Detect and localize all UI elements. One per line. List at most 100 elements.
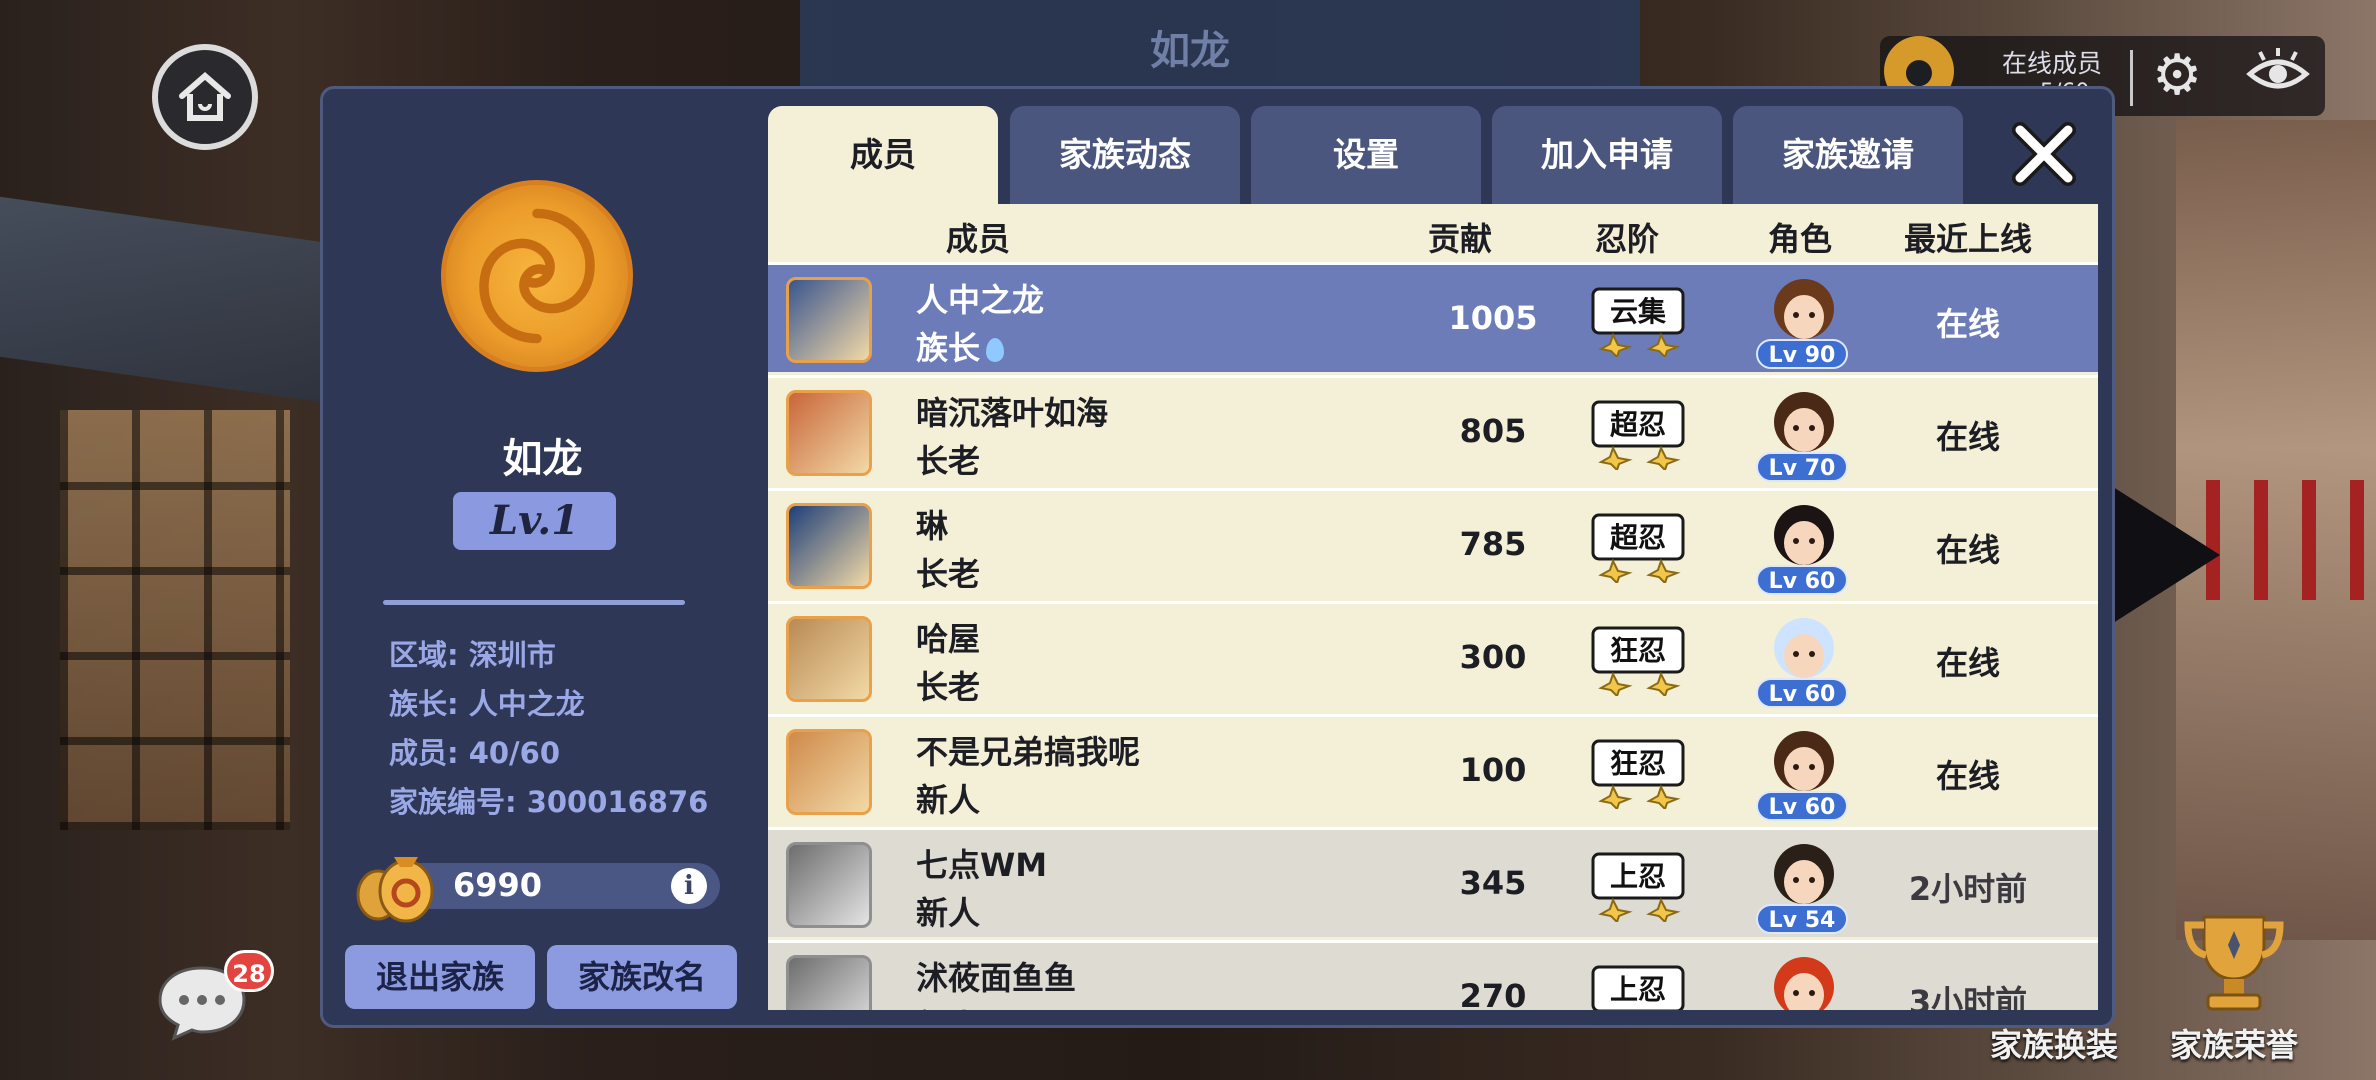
character-level-badge: Lv 90 <box>1756 339 1848 369</box>
member-contribution: 270 <box>1459 977 1527 1010</box>
character-level-badge: Lv 60 <box>1756 678 1848 708</box>
member-contribution: 785 <box>1459 525 1527 563</box>
members-table[interactable]: 成员 贡献 忍阶 角色 最近上线 人中之龙 族长 1005 云集 Lv 90 在线 暗沉落叶… <box>768 204 2098 1010</box>
rank-badge-icon: 云集 <box>1591 287 1685 357</box>
water-drop-icon <box>986 338 1005 362</box>
member-last-online: 在线 <box>1935 418 2000 456</box>
family-funds-value: 6990 <box>453 866 543 904</box>
info-region: 区域: 深圳市 <box>389 638 556 672</box>
coin-bag-icon <box>356 857 434 923</box>
tab-settings[interactable]: 设置 <box>1251 106 1481 204</box>
family-honor-button[interactable]: 家族荣誉 <box>2170 1020 2298 1066</box>
member-avatar[interactable] <box>786 955 872 1010</box>
info-icon[interactable]: i <box>671 868 707 904</box>
header-rank: 忍阶 <box>1595 220 1660 258</box>
member-name: 哈屋 <box>916 620 981 658</box>
chevron-right-icon[interactable]: › <box>2180 515 2209 597</box>
member-role: 长老 <box>916 436 980 482</box>
member-contribution: 1005 <box>1448 299 1538 337</box>
member-avatar[interactable] <box>786 390 872 476</box>
member-role-label: 族长 <box>916 329 981 367</box>
rank-badge-icon: 超忍 <box>1591 400 1685 470</box>
character-level-badge: Lv 60 <box>1756 791 1848 821</box>
member-name: 不是兄弟搞我呢 <box>916 733 1141 771</box>
member-avatar[interactable] <box>786 616 872 702</box>
character-level-badge: Lv 70 <box>1756 452 1848 482</box>
member-avatar[interactable] <box>786 503 872 589</box>
table-row[interactable]: 沭莜面鱼鱼新人 270 上忍 3小时前 <box>768 940 2098 1010</box>
tab-family-invites[interactable]: 家族邀请 <box>1733 106 1963 204</box>
member-role: 族长 <box>916 323 1005 369</box>
table-row[interactable]: 不是兄弟搞我呢 新人 100 狂忍 Lv 60 在线 <box>768 714 2098 824</box>
header-last-online: 最近上线 <box>1904 220 2033 258</box>
emblem-icon <box>441 180 633 372</box>
hud-divider <box>2130 50 2133 106</box>
character-portrait <box>1774 844 1834 904</box>
character-level-badge: Lv 54 <box>1756 904 1848 934</box>
info-family-id: 家族编号: 300016876 <box>389 785 709 819</box>
character-portrait <box>1774 957 1834 1010</box>
member-last-online: 在线 <box>1935 305 2000 343</box>
table-row[interactable]: 七点WM 新人 345 上忍 Lv 54 2小时前 <box>768 827 2098 937</box>
member-avatar[interactable] <box>786 842 872 928</box>
rank-label: 云集 <box>1610 295 1666 328</box>
member-last-online: 在线 <box>1935 644 2000 682</box>
member-contribution: 100 <box>1459 751 1527 789</box>
tab-join-requests[interactable]: 加入申请 <box>1492 106 1722 204</box>
info-leader: 族长: 人中之龙 <box>389 687 585 721</box>
rank-badge-icon: 上忍 <box>1591 965 1685 1010</box>
member-role-label: 长老 <box>916 555 981 593</box>
table-row[interactable]: 琳长老 785 超忍 Lv 60 在线 <box>768 488 2098 598</box>
character-portrait <box>1774 618 1834 678</box>
member-name: 暗沉落叶如海 <box>916 394 1109 432</box>
member-avatar[interactable] <box>786 277 872 363</box>
member-last-online: 在线 <box>1935 531 2000 569</box>
member-name: 琳 <box>916 507 949 545</box>
family-level-badge: Lv.1 <box>453 492 616 550</box>
table-row[interactable]: 哈屋长老 300 狂忍 Lv 60 在线 <box>768 601 2098 711</box>
bg-banner <box>0 196 330 404</box>
table-header: 成员 贡献 忍阶 角色 最近上线 <box>768 204 2098 262</box>
header-member: 成员 <box>946 220 1011 258</box>
tab-members[interactable]: 成员 <box>768 106 998 206</box>
level-divider <box>383 600 685 605</box>
table-row[interactable]: 暗沉落叶如海 长老 805 超忍 Lv 70 在线 <box>768 375 2098 485</box>
rank-label: 上忍 <box>1610 860 1666 893</box>
member-role: 新人 <box>916 1001 980 1010</box>
home-icon <box>179 72 231 121</box>
member-name: 七点WM <box>916 846 1048 884</box>
bg-top-title: 如龙 <box>1150 28 1230 74</box>
rank-label: 上忍 <box>1610 973 1666 1006</box>
member-last-online: 在线 <box>1935 757 2000 795</box>
table-row[interactable]: 人中之龙族长 1005 云集 Lv 90 在线 <box>768 262 2098 372</box>
home-button[interactable] <box>152 44 258 150</box>
gear-icon[interactable]: ⚙ <box>2152 48 2202 104</box>
member-last-online: 3小时前 <box>1908 983 2028 1010</box>
rank-badge-icon: 上忍 <box>1591 852 1685 922</box>
member-contribution: 300 <box>1459 638 1527 676</box>
bg-window <box>60 410 290 830</box>
rank-label: 狂忍 <box>1610 747 1666 780</box>
tab-family-news[interactable]: 家族动态 <box>1010 106 1240 204</box>
close-icon[interactable] <box>2010 120 2078 188</box>
rank-label: 狂忍 <box>1610 634 1666 667</box>
rename-family-button[interactable]: 家族改名 <box>547 945 737 1009</box>
leave-family-button[interactable]: 退出家族 <box>345 945 535 1009</box>
eye-icon[interactable] <box>2246 48 2310 100</box>
bg-bridge <box>2206 480 2376 600</box>
header-character: 角色 <box>1768 220 1833 258</box>
member-role: 长老 <box>916 549 980 595</box>
online-members-label: 在线成员 <box>2002 49 2103 78</box>
member-last-online: 2小时前 <box>1908 870 2028 908</box>
member-role-label: 新人 <box>916 781 981 819</box>
character-portrait <box>1774 731 1834 791</box>
member-role: 长老 <box>916 662 980 708</box>
member-name: 人中之龙 <box>916 281 1045 319</box>
member-avatar[interactable] <box>786 729 872 815</box>
member-contribution: 345 <box>1459 864 1527 902</box>
trophy-icon[interactable] <box>2180 905 2288 1015</box>
member-name: 沭莜面鱼鱼 <box>916 959 1077 997</box>
character-portrait <box>1774 392 1834 452</box>
rank-badge-icon: 狂忍 <box>1591 739 1685 809</box>
character-level-badge: Lv 60 <box>1756 565 1848 595</box>
